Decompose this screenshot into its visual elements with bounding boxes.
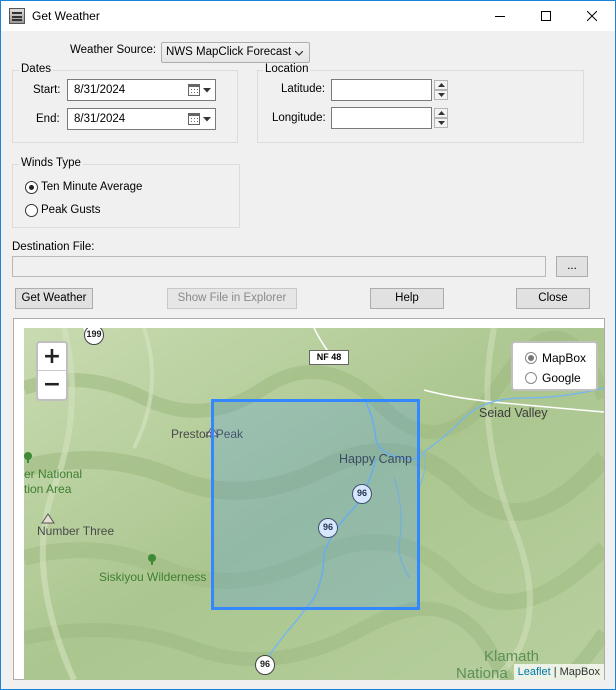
attribution-separator: | [550, 666, 560, 678]
close-icon [587, 11, 597, 21]
winds-type-group [12, 164, 240, 228]
weather-source-select[interactable]: NWS MapClick Forecast [161, 42, 310, 63]
longitude-spin-up[interactable] [434, 108, 448, 118]
minimize-icon [495, 16, 505, 17]
layer-label[interactable]: MapBox [542, 351, 586, 365]
help-button[interactable]: Help [370, 288, 444, 309]
siskiyou-wilderness-label: Siskiyou Wilderness [99, 570, 207, 584]
map-attribution: Leaflet | MapBox [513, 664, 604, 680]
latitude-spin-up[interactable] [434, 80, 448, 90]
latitude-spin-down[interactable] [434, 90, 448, 100]
chevron-down-icon[interactable] [203, 88, 211, 93]
longitude-input[interactable] [331, 107, 432, 129]
end-date-value: 8/31/2024 [74, 113, 126, 125]
close-window-button[interactable] [569, 1, 615, 31]
radio-button[interactable] [25, 181, 38, 194]
zoom-out-button[interactable]: − [38, 371, 66, 399]
seiad-valley-label: Seiad Valley [479, 406, 548, 420]
radio-button[interactable] [525, 372, 537, 384]
zoom-in-button[interactable]: + [38, 343, 66, 371]
start-date-value: 8/31/2024 [74, 84, 126, 96]
wilderness-label-line1: er National [24, 467, 83, 481]
get-weather-button[interactable]: Get Weather [15, 288, 93, 309]
window-title: Get Weather [32, 9, 100, 23]
calendar-icon[interactable] [188, 84, 200, 96]
get-weather-window: Get Weather Weather Source: NWS MapClick… [0, 0, 616, 690]
leaflet-link[interactable]: Leaflet [518, 666, 551, 678]
show-file-in-explorer-button[interactable]: Show File in Explorer [167, 288, 297, 309]
end-date-picker[interactable]: 8/31/2024 [67, 108, 216, 130]
radio-label[interactable]: Ten Minute Average [41, 181, 142, 193]
nf48-marker: NF 48 [309, 350, 349, 365]
app-icon [9, 8, 25, 24]
layer-control: MapBox Google [511, 341, 598, 391]
browse-button[interactable]: ... [556, 256, 588, 277]
chevron-down-icon [295, 51, 303, 56]
route-96-shield: 96 [255, 655, 275, 675]
map-frame: 199 NF 48 Preston Peak Seiad Valley Happ… [13, 318, 605, 680]
triangle-down-icon [438, 93, 445, 97]
latitude-input[interactable] [331, 79, 432, 101]
end-date-label: End: [36, 113, 60, 125]
location-group-title: Location [263, 63, 311, 75]
radio-button[interactable] [25, 204, 38, 217]
maximize-button[interactable] [523, 1, 569, 31]
weather-source-label: Weather Source: [70, 44, 157, 56]
klamath-label-line2: Nationa [456, 665, 508, 680]
triangle-up-icon [438, 83, 445, 87]
destination-file-label: Destination File: [12, 241, 95, 253]
start-date-picker[interactable]: 8/31/2024 [67, 79, 216, 101]
calendar-icon[interactable] [188, 113, 200, 125]
chevron-down-icon[interactable] [203, 117, 211, 122]
longitude-spin-down[interactable] [434, 118, 448, 128]
number-three-label: Number Three [37, 524, 115, 538]
map-view[interactable]: 199 NF 48 Preston Peak Seiad Valley Happ… [24, 328, 604, 680]
zoom-control: + − [36, 341, 68, 401]
wilderness-label-line2: tion Area [24, 482, 72, 496]
mapbox-attribution: MapBox [559, 666, 600, 678]
triangle-up-icon [438, 111, 445, 115]
maximize-icon [541, 11, 551, 21]
selection-rectangle[interactable] [211, 399, 420, 610]
start-date-label: Start: [33, 84, 61, 96]
dates-group-title: Dates [19, 63, 54, 75]
weather-source-value: NWS MapClick Forecast [166, 46, 292, 58]
close-button[interactable]: Close [516, 288, 590, 309]
radio-label[interactable]: Peak Gusts [41, 204, 100, 216]
longitude-label: Longitude: [272, 112, 326, 124]
title-bar[interactable]: Get Weather [1, 1, 615, 31]
klamath-label-line1: Klamath [484, 648, 540, 665]
winds-type-group-title: Winds Type [19, 157, 83, 169]
destination-file-input[interactable] [12, 256, 546, 277]
triangle-down-icon [438, 121, 445, 125]
layer-label[interactable]: Google [542, 371, 581, 385]
latitude-label: Latitude: [281, 83, 326, 95]
minimize-button[interactable] [477, 1, 523, 31]
radio-button[interactable] [525, 352, 537, 364]
